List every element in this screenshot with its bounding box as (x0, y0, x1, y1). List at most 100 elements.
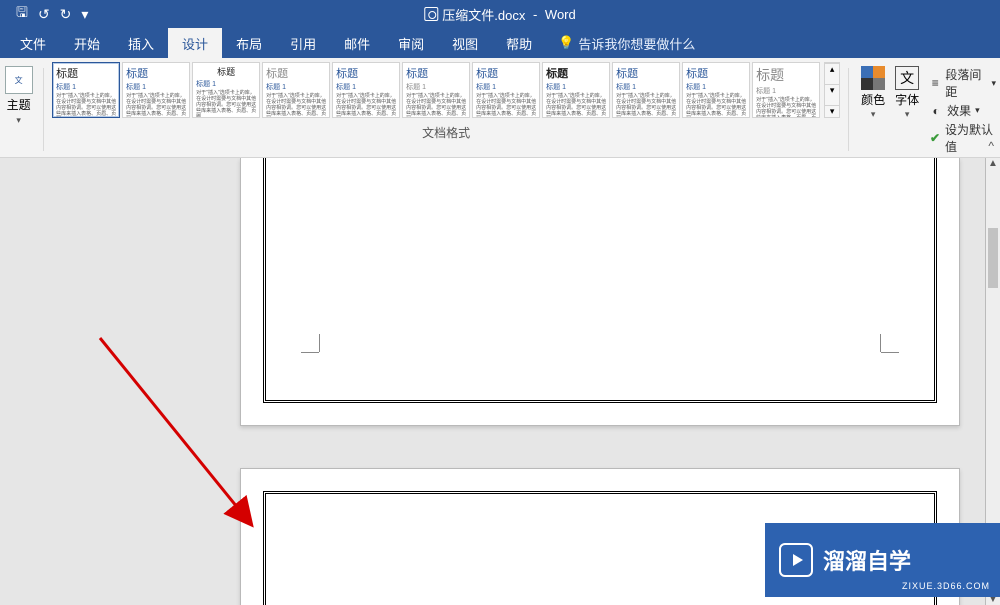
tab-mailings[interactable]: 邮件 (330, 28, 384, 58)
margin-marker (881, 352, 899, 370)
style-card-body: 对于"插入"选项卡上的库，在设计时需要与文档中其他内容相协调。您可以使用这些库来… (546, 93, 606, 118)
tab-review[interactable]: 审阅 (384, 28, 438, 58)
ribbon-tabs: 文件 开始 插入 设计 布局 引用 邮件 审阅 视图 帮助 💡 告诉我你想要做什… (0, 28, 1000, 58)
tab-home[interactable]: 开始 (60, 28, 114, 58)
style-card-heading: 标题 (336, 65, 396, 81)
scrollbar-thumb[interactable] (988, 228, 998, 288)
title-bar: 🖫 ↺ ↻ ▾ 压缩文件.docx - Word (0, 0, 1000, 28)
qat-customize-icon[interactable]: ▾ (81, 6, 88, 23)
fonts-button[interactable]: 文 字体 ▾ (895, 66, 919, 120)
style-card[interactable]: 标题 标题 1 对于"插入"选项卡上的库，在设计时需要与文档中其他内容相协调。您… (682, 62, 750, 118)
themes-label: 主题 (7, 96, 31, 113)
style-card-body: 对于"插入"选项卡上的库，在设计时需要与文档中其他内容相协调。您可以使用这些库来… (686, 93, 746, 118)
tell-me-search[interactable]: 💡 告诉我你想要做什么 (546, 28, 695, 58)
lightbulb-icon: 💡 (558, 35, 574, 51)
margin-marker (301, 352, 319, 370)
chevron-down-icon: ▾ (991, 78, 996, 89)
style-card-heading: 标题 (756, 65, 816, 85)
gallery-down-icon: ▾ (825, 84, 839, 96)
quick-access-toolbar: 🖫 ↺ ↻ ▾ (0, 2, 88, 26)
group-separator (43, 68, 44, 151)
fonts-label: 字体 (895, 91, 919, 108)
style-card-subheading: 标题 1 (476, 82, 536, 92)
group-separator (848, 68, 849, 151)
gallery-more-icon: ▾ (825, 105, 839, 117)
style-card-body: 对于"插入"选项卡上的库，在设计时需要与文档中其他内容相协调。您可以使用这些库来… (336, 93, 396, 118)
colors-icon (861, 66, 885, 90)
tab-references[interactable]: 引用 (276, 28, 330, 58)
style-card-body: 对于"插入"选项卡上的库，在设计时需要与文档中其他内容相协调。您可以使用这些库来… (476, 93, 536, 118)
style-card-subheading: 标题 1 (126, 82, 186, 92)
colors-button[interactable]: 颜色 ▾ (861, 66, 885, 120)
document-formatting-group: 标题 标题 1 对于"插入"选项卡上的库，在设计时需要与文档中其他内容相协调。您… (52, 62, 840, 141)
style-card[interactable]: 标题 标题 1 对于"插入"选项卡上的库，在设计时需要与文档中其他内容相协调。您… (122, 62, 190, 118)
effects-icon: ◐ (929, 104, 943, 118)
fonts-icon: 文 (895, 66, 919, 90)
watermark-url: ZIXUE.3D66.COM (902, 581, 990, 591)
style-card[interactable]: 标题 标题 1 对于"插入"选项卡上的库，在设计时需要与文档中其他内容相协调。您… (542, 62, 610, 118)
document-area: ↵ 半窗疏影，一梦千年，琴歌萧萧笛声怜。半窗疏影，一梦千年，琴歌萧萧笛声怜。半窗… (0, 158, 1000, 605)
redo-icon[interactable]: ↻ (60, 6, 72, 23)
style-card-heading: 标题 (266, 65, 326, 81)
tell-me-placeholder: 告诉我你想要做什么 (578, 34, 695, 53)
play-icon (779, 543, 813, 577)
style-card-body: 对于"插入"选项卡上的库，在设计时需要与文档中其他内容相协调。您可以使用这些库来… (56, 93, 116, 118)
style-card-subheading: 标题 1 (196, 79, 256, 89)
scroll-up-icon[interactable]: ▲ (986, 158, 1000, 169)
tutorial-watermark: 溜溜自学 ZIXUE.3D66.COM (765, 523, 1000, 597)
style-card-heading: 标题 (546, 65, 606, 81)
style-card-subheading: 标题 1 (686, 82, 746, 92)
paragraph-spacing-icon: ≡ (929, 76, 941, 90)
ribbon-right-group: 颜色 ▾ 文 字体 ▾ ≡ 段落间距 ▾ ◐ 效果 ▾ (857, 62, 1000, 155)
style-card-subheading: 标题 1 (56, 82, 116, 92)
chevron-down-icon: ▾ (975, 105, 980, 116)
style-card-body: 对于"插入"选项卡上的库，在设计时需要与文档中其他内容相协调。您可以使用这些库来… (266, 93, 326, 118)
collapse-ribbon-icon[interactable]: ^ (988, 139, 994, 153)
window-title: 压缩文件.docx - Word (424, 5, 575, 24)
style-card[interactable]: 标题 标题 1 对于"插入"选项卡上的库，在设计时需要与文档中其他内容相协调。您… (52, 62, 120, 118)
style-card[interactable]: 标题 标题 1 对于"插入"选项卡上的库，在设计时需要与文档中其他内容相协调。您… (262, 62, 330, 118)
style-gallery: 标题 标题 1 对于"插入"选项卡上的库，在设计时需要与文档中其他内容相协调。您… (52, 62, 840, 118)
check-circle-icon: ✔ (929, 131, 941, 145)
paragraph-spacing-button[interactable]: ≡ 段落间距 ▾ (929, 66, 996, 100)
document-disk-icon (424, 7, 438, 21)
paragraph-spacing-label: 段落间距 (945, 66, 987, 100)
style-card-subheading: 标题 1 (546, 82, 606, 92)
style-card[interactable]: 标题 标题 1 对于"插入"选项卡上的库，在设计时需要与文档中其他内容相协调。您… (402, 62, 470, 118)
style-card[interactable]: 标题 标题 1 对于"插入"选项卡上的库，在设计时需要与文档中其他内容相协调。您… (612, 62, 680, 118)
tab-view[interactable]: 视图 (438, 28, 492, 58)
tab-insert[interactable]: 插入 (114, 28, 168, 58)
app-name: Word (545, 7, 576, 22)
tab-help[interactable]: 帮助 (492, 28, 546, 58)
tab-design[interactable]: 设计 (168, 28, 222, 58)
style-card[interactable]: 标题 标题 1 对于"插入"选项卡上的库，在设计时需要与文档中其他内容相协调。您… (472, 62, 540, 118)
gallery-expand[interactable]: ▴ ▾ ▾ (824, 62, 840, 118)
style-card-subheading: 标题 1 (616, 82, 676, 92)
style-card-heading: 标题 (196, 65, 256, 78)
page-1[interactable] (240, 158, 960, 426)
style-card[interactable]: 标题 标题 1 对于"插入"选项卡上的库，在设计时需要与文档中其他内容相协调。您… (192, 62, 260, 118)
title-separator: - (529, 7, 541, 22)
style-card-body: 对于"插入"选项卡上的库，在设计时需要与文档中其他内容相协调。您可以使用这些库来… (126, 93, 186, 118)
colors-label: 颜色 (861, 91, 885, 108)
watermark-text: 溜溜自学 (823, 544, 911, 576)
set-as-default-button[interactable]: ✔ 设为默认值 (929, 121, 996, 155)
themes-icon: 文 (5, 66, 33, 94)
tab-layout[interactable]: 布局 (222, 28, 276, 58)
effects-button[interactable]: ◐ 效果 ▾ (929, 102, 996, 119)
style-card-body: 对于"插入"选项卡上的库，在设计时需要与文档中其他内容相协调。您可以使用这些库来… (406, 93, 466, 118)
style-card[interactable]: 标题 标题 1 对于"插入"选项卡上的库，在设计时需要与文档中其他内容相协调。您… (332, 62, 400, 118)
undo-icon[interactable]: ↺ (38, 6, 50, 23)
document-formatting-label: 文档格式 (52, 124, 840, 141)
style-card-heading: 标题 (126, 65, 186, 81)
style-card-body: 对于"插入"选项卡上的库，在设计时需要与文档中其他内容相协调。您可以使用这些库来… (756, 97, 816, 118)
style-card-body: 对于"插入"选项卡上的库，在设计时需要与文档中其他内容相协调。您可以使用这些库来… (196, 90, 256, 118)
style-card[interactable]: 标题 标题 1 对于"插入"选项卡上的库，在设计时需要与文档中其他内容相协调。您… (752, 62, 820, 118)
tab-file[interactable]: 文件 (6, 28, 60, 58)
style-card-heading: 标题 (56, 65, 116, 81)
style-card-body: 对于"插入"选项卡上的库，在设计时需要与文档中其他内容相协调。您可以使用这些库来… (616, 93, 676, 118)
save-icon[interactable]: 🖫 (16, 2, 28, 26)
chevron-down-icon: ▾ (905, 109, 910, 120)
gallery-up-icon: ▴ (825, 63, 839, 75)
themes-button[interactable]: 文 主题 ▾ (2, 62, 35, 126)
